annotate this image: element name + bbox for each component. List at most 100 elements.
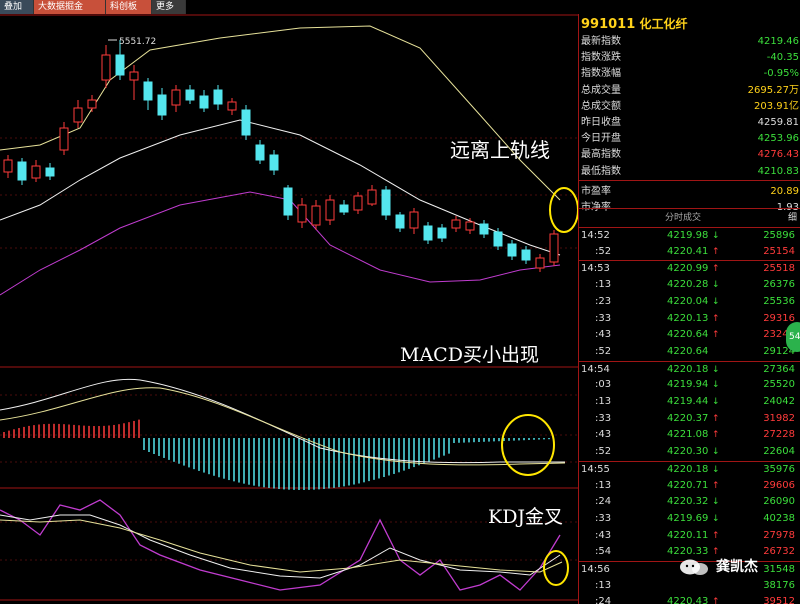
tick-volume: 29606: [763, 479, 795, 491]
tick-row: :13 4220.71 ↑ 29606: [579, 478, 800, 495]
arrow-down-icon: ↓: [712, 280, 720, 291]
tick-price: 4220.04: [667, 295, 709, 307]
candle-body: [269, 154, 279, 171]
tick-price: 4219.69: [667, 512, 709, 524]
tick-time: :33: [595, 512, 612, 524]
tick-time: 14:53: [581, 263, 610, 275]
tick-time: :43: [595, 429, 612, 441]
candle-body: [17, 161, 27, 181]
tick-volume: 27364: [763, 363, 795, 375]
tick-time: :23: [595, 295, 612, 307]
tick-price: 4220.28: [667, 279, 709, 291]
candle-body: [367, 189, 377, 205]
tick-price: 4220.99: [667, 263, 709, 275]
bollinger-lower-line: [0, 191, 561, 296]
tick-price: 4220.18: [667, 463, 709, 475]
tick-price: 4220.41: [667, 245, 709, 257]
quote-label: 最低指数: [581, 165, 621, 177]
tick-time: :13: [595, 479, 612, 491]
quote-label: 指数涨跌: [581, 52, 621, 64]
arrow-up-icon: ↑: [712, 480, 720, 491]
tick-row: :52 4220.41 ↑ 25154: [579, 244, 800, 261]
arrow-down-icon: ↓: [712, 464, 720, 475]
candle-body: [339, 204, 349, 213]
quote-value: 2695.27万: [747, 84, 799, 96]
arrow-up-icon: ↑: [712, 264, 720, 275]
quote-label: 最新指数: [581, 36, 621, 47]
tick-time: :43: [595, 329, 612, 341]
quote-row: 今日开盘 4253.96: [579, 131, 799, 147]
arrow-down-icon: ↓: [712, 380, 720, 391]
quote-row: 昨日收盘 4259.81: [579, 115, 799, 131]
tick-price: 4219.44: [667, 396, 709, 407]
candle-body: [423, 225, 433, 241]
highlight-circle-macd: [501, 414, 555, 476]
arrow-down-icon: ↓: [712, 397, 720, 407]
watermark: 龚凯杰: [716, 559, 758, 575]
tick-time: 14:52: [581, 230, 610, 241]
tick-price: 4220.18: [667, 363, 709, 375]
tick-time: :33: [595, 412, 612, 424]
candle-body: [101, 54, 111, 81]
tick-price: 4220.32: [667, 496, 709, 508]
tick-volume: 24042: [763, 396, 795, 407]
quote-row: 最新指数 4219.46: [579, 34, 799, 50]
tick-row: :23 4220.04 ↓ 25536: [579, 294, 800, 311]
tick-time: :54: [595, 546, 612, 558]
tick-time: :33: [595, 312, 612, 324]
candle-body: [129, 71, 139, 81]
annotation-upper-band: 远离上轨线: [450, 138, 550, 162]
quote-value: 4219.46: [757, 36, 799, 47]
candle-body: [395, 214, 405, 229]
tick-volume: 25518: [763, 263, 795, 275]
candle-body: [87, 99, 97, 109]
bollinger-upper-line: [0, 25, 561, 201]
tick-row: 14:55 4220.18 ↓ 35976: [579, 460, 800, 478]
arrow-down-icon: ↓: [712, 231, 720, 241]
highlight-circle-bollinger: [549, 187, 578, 233]
candle-body: [297, 204, 307, 223]
index-name: 化工化纤: [639, 17, 688, 31]
candle-body: [381, 189, 391, 216]
candle-body: [157, 94, 167, 116]
tick-volume: 40238: [763, 512, 795, 524]
ticks-title: 分时成交: [665, 213, 702, 223]
tick-time: :24: [595, 596, 612, 604]
divider: [579, 180, 800, 181]
candle-body: [465, 221, 475, 231]
candle-body: [199, 95, 209, 109]
tick-volume: 27978: [763, 529, 795, 541]
candle-body: [241, 109, 251, 136]
kdj-d-line: [0, 519, 563, 573]
tick-volume: 26376: [763, 279, 795, 291]
candle-body: [437, 227, 447, 239]
quote-value: -0.95%: [763, 68, 799, 80]
candle-body: [73, 107, 83, 123]
ticks-detail-tab[interactable]: 细: [788, 210, 797, 226]
arrow-down-icon: ↓: [712, 513, 720, 524]
quote-value: 20.89: [770, 185, 799, 197]
quote-panel: 991011 化工化纤 最新指数 4219.46 指数涨跌 -40.35 指数涨幅 -0.…: [578, 14, 800, 604]
tick-row: :43 4220.11 ↑ 27978: [579, 528, 800, 545]
tick-row: :52 4220.30 ↓ 22604: [579, 444, 800, 461]
tick-volume: 22604: [763, 446, 795, 458]
tick-row: :24 4220.43 ↑ 39512: [579, 594, 800, 604]
side-float-badge[interactable]: 54: [786, 322, 800, 352]
tick-row: :52 4220.64 29124: [579, 344, 800, 361]
tick-time: 14:54: [581, 363, 610, 375]
tick-time: 14:56: [581, 564, 610, 575]
ticks-header: 分时成交 细: [579, 210, 800, 226]
tick-row: :43 4220.64 ↑ 23248: [579, 327, 800, 344]
quote-header: 991011 化工化纤: [581, 14, 687, 34]
candle-body: [409, 211, 419, 229]
tick-volume: 31548: [763, 564, 795, 575]
tick-price: 4220.13: [667, 312, 709, 324]
tick-row: :33 4219.69 ↓ 40238: [579, 511, 800, 528]
candle-body: [479, 223, 489, 235]
tick-row: :33 4220.13 ↑ 29316: [579, 311, 800, 328]
tick-row: :33 4220.37 ↑ 31982: [579, 411, 800, 428]
tick-volume: 25896: [763, 230, 795, 241]
arrow-up-icon: ↑: [712, 597, 720, 604]
candle-body: [493, 231, 503, 247]
arrow-up-icon: ↑: [712, 313, 720, 324]
